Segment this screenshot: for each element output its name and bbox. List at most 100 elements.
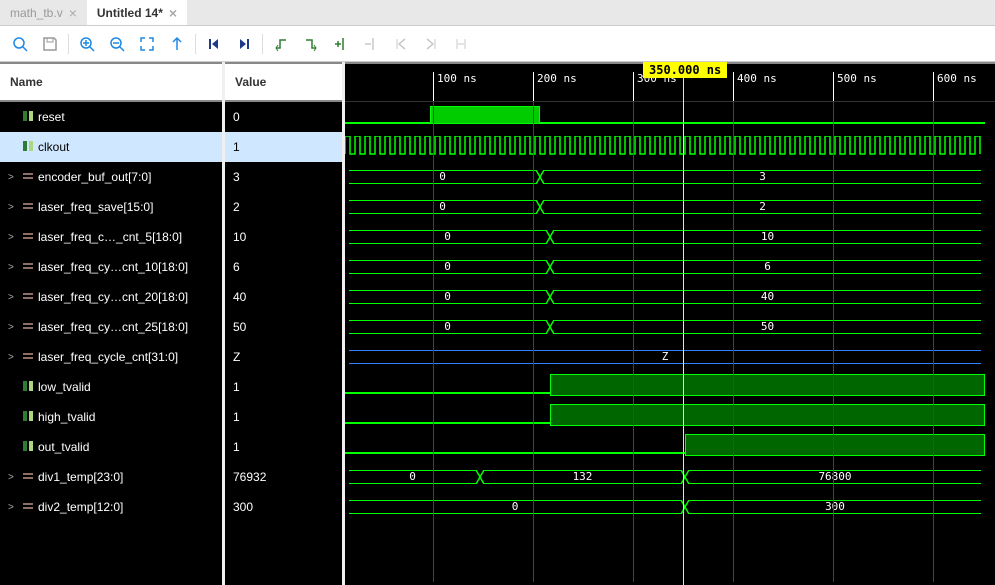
toolbar (0, 26, 995, 62)
signal-value-label: 3 (233, 170, 240, 184)
next-marker-icon[interactable] (417, 30, 445, 58)
prev-transition-icon[interactable] (267, 30, 295, 58)
signal-name-label: div2_temp[12:0] (38, 500, 123, 514)
signal-value-row[interactable]: 1 (225, 372, 342, 402)
signal-name-row[interactable]: >laser_freq_cy…cnt_10[18:0] (0, 252, 222, 282)
signal-value-label: 1 (233, 440, 240, 454)
swap-markers-icon[interactable] (447, 30, 475, 58)
signal-name-row[interactable]: high_tvalid (0, 402, 222, 432)
signal-name-row[interactable]: >div1_temp[23:0] (0, 462, 222, 492)
wave-row[interactable]: 010 (345, 222, 995, 252)
wave-row[interactable]: 0300 (345, 492, 995, 522)
wave-row[interactable] (345, 132, 995, 162)
column-header-name[interactable]: Name (0, 62, 222, 102)
wave-row[interactable]: 03 (345, 162, 995, 192)
waveform-viewer[interactable]: 350.000 ns 100 ns200 ns300 ns400 ns500 n… (345, 62, 995, 585)
signal-value-row[interactable]: 1 (225, 432, 342, 462)
cursor-time-label[interactable]: 350.000 ns (643, 62, 727, 78)
add-marker-icon[interactable] (327, 30, 355, 58)
signal-name-row[interactable]: low_tvalid (0, 372, 222, 402)
wave-row[interactable] (345, 432, 995, 462)
signal-name-label: encoder_buf_out[7:0] (38, 170, 151, 184)
expand-chevron-icon[interactable]: > (8, 262, 18, 273)
zoom-fit-icon[interactable] (133, 30, 161, 58)
signal-name-row[interactable]: clkout (0, 132, 222, 162)
wave-row[interactable] (345, 102, 995, 132)
goto-end-icon[interactable] (230, 30, 258, 58)
signal-name-row[interactable]: reset (0, 102, 222, 132)
goto-start-icon[interactable] (200, 30, 228, 58)
close-icon[interactable]: × (169, 5, 177, 21)
signal-value-label: 40 (233, 290, 246, 304)
signal-value-row[interactable]: 3 (225, 162, 342, 192)
signal-name-label: reset (38, 110, 65, 124)
goto-cursor-icon[interactable] (163, 30, 191, 58)
main: Name resetclkout>encoder_buf_out[7:0]>la… (0, 62, 995, 585)
signal-name-panel: Name resetclkout>encoder_buf_out[7:0]>la… (0, 62, 225, 585)
wave-row[interactable] (345, 402, 995, 432)
signal-value-row[interactable]: 76932 (225, 462, 342, 492)
prev-marker-icon[interactable] (387, 30, 415, 58)
scalar-icon (22, 110, 34, 125)
wave-row[interactable] (345, 372, 995, 402)
signal-value-row[interactable]: 1 (225, 132, 342, 162)
next-transition-icon[interactable] (297, 30, 325, 58)
close-icon[interactable]: × (69, 5, 77, 21)
zoom-in-icon[interactable] (73, 30, 101, 58)
tick-label: 200 ns (537, 72, 577, 85)
expand-chevron-icon[interactable]: > (8, 172, 18, 183)
wave-row[interactable]: 050 (345, 312, 995, 342)
tab-untitled-14[interactable]: Untitled 14* × (87, 0, 187, 25)
signal-value-row[interactable]: 6 (225, 252, 342, 282)
bus-icon (22, 470, 34, 485)
signal-name-row[interactable]: >laser_freq_cy…cnt_20[18:0] (0, 282, 222, 312)
tab-math-tb[interactable]: math_tb.v × (0, 0, 87, 25)
signal-value-panel: Value 01321064050Z11176932300 (225, 62, 345, 585)
signal-name-row[interactable]: out_tvalid (0, 432, 222, 462)
signal-value-label: 1 (233, 140, 240, 154)
expand-chevron-icon[interactable]: > (8, 322, 18, 333)
signal-value-label: Z (233, 350, 240, 364)
expand-chevron-icon[interactable]: > (8, 292, 18, 303)
column-header-value[interactable]: Value (225, 62, 342, 102)
wave-row[interactable]: 040 (345, 282, 995, 312)
tick-label: 500 ns (837, 72, 877, 85)
wave-row[interactable]: 02 (345, 192, 995, 222)
zoom-out-icon[interactable] (103, 30, 131, 58)
expand-chevron-icon[interactable]: > (8, 232, 18, 243)
expand-chevron-icon[interactable]: > (8, 202, 18, 213)
expand-chevron-icon[interactable]: > (8, 352, 18, 363)
search-icon[interactable] (6, 30, 34, 58)
signal-value-row[interactable]: 2 (225, 192, 342, 222)
signal-value-label: 76932 (233, 470, 266, 484)
signal-name-row[interactable]: > laser_freq_cy…cnt_25[18:0] (0, 312, 222, 342)
scalar-icon (22, 440, 34, 455)
wave-row[interactable]: Z (345, 342, 995, 372)
cursor-line[interactable] (683, 62, 684, 585)
signal-value-row[interactable]: 0 (225, 102, 342, 132)
signal-name-row[interactable]: > div2_temp[12:0] (0, 492, 222, 522)
remove-marker-icon[interactable] (357, 30, 385, 58)
tick-label: 600 ns (937, 72, 977, 85)
scalar-icon (22, 410, 34, 425)
signal-name-label: clkout (38, 140, 69, 154)
save-icon[interactable] (36, 30, 64, 58)
signal-name-row[interactable]: > encoder_buf_out[7:0] (0, 162, 222, 192)
signal-name-row[interactable]: >laser_freq_c…_cnt_5[18:0] (0, 222, 222, 252)
signal-value-row[interactable]: 10 (225, 222, 342, 252)
signal-value-row[interactable]: 50 (225, 312, 342, 342)
expand-chevron-icon[interactable]: > (8, 472, 18, 483)
signal-name-label: laser_freq_cy…cnt_25[18:0] (38, 320, 188, 334)
wave-row[interactable]: 013276800 (345, 462, 995, 492)
wave-row[interactable]: 06 (345, 252, 995, 282)
signal-name-label: low_tvalid (38, 380, 91, 394)
bus-icon (22, 320, 34, 335)
signal-value-label: 6 (233, 260, 240, 274)
expand-chevron-icon[interactable]: > (8, 502, 18, 513)
signal-value-row[interactable]: 40 (225, 282, 342, 312)
signal-name-row[interactable]: >laser_freq_save[15:0] (0, 192, 222, 222)
signal-value-row[interactable]: 300 (225, 492, 342, 522)
signal-name-row[interactable]: >laser_freq_cycle_cnt[31:0] (0, 342, 222, 372)
signal-value-row[interactable]: 1 (225, 402, 342, 432)
signal-value-row[interactable]: Z (225, 342, 342, 372)
